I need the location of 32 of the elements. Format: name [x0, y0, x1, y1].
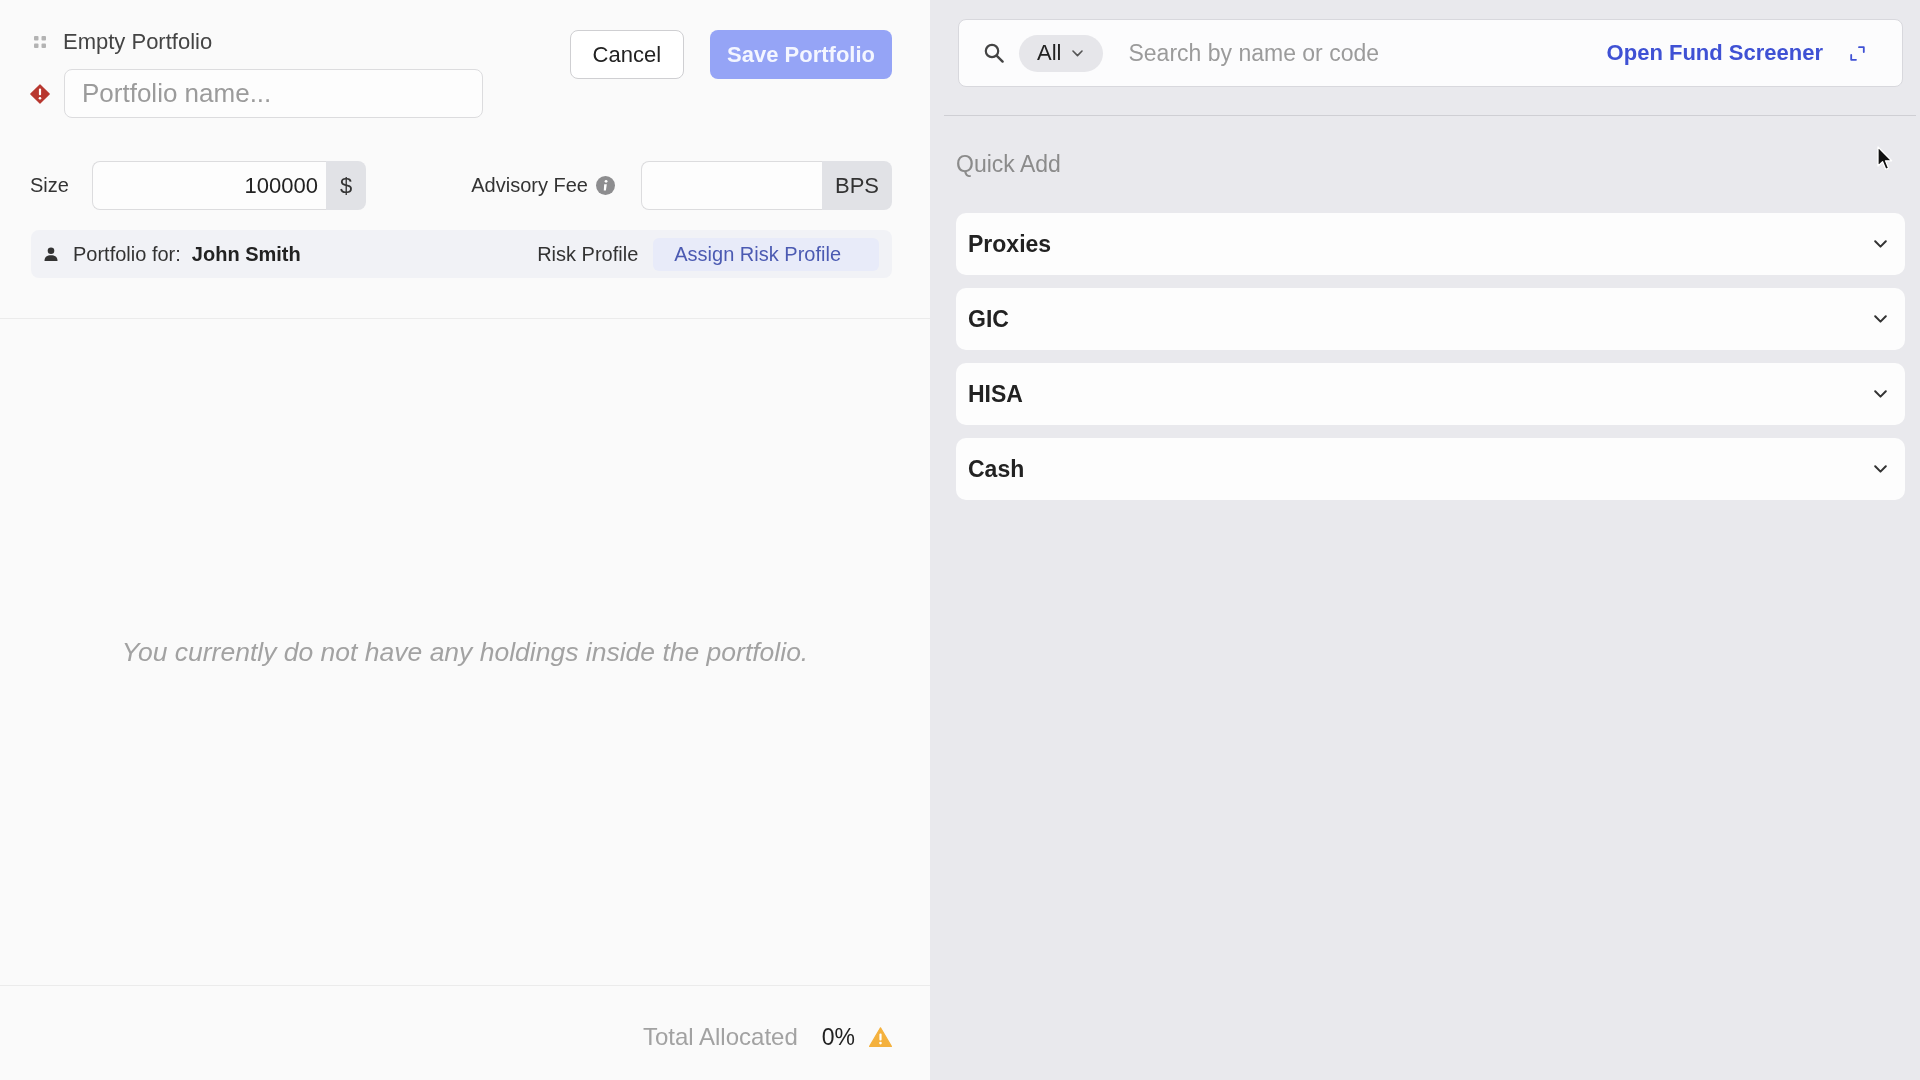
total-allocated-label: Total Allocated [642, 1023, 798, 1051]
open-fund-screener-link[interactable]: Open Fund Screener [1606, 40, 1823, 66]
accordion-section[interactable]: Proxies [956, 213, 1905, 275]
drag-handle-icon[interactable] [34, 36, 46, 48]
portfolio-name-field[interactable]: Portfolio name... [64, 69, 483, 118]
risk-profile-label: Risk Profile [537, 242, 639, 266]
portfolio-for-label: Portfolio for: [73, 242, 181, 266]
advisory-fee-label: Advisory Fee [471, 174, 588, 197]
search-icon [984, 43, 1004, 63]
bps-addon: BPS [822, 161, 892, 210]
mouse-cursor-icon [1877, 146, 1893, 171]
accordion-section[interactable]: Cash [956, 438, 1905, 500]
expand-icon[interactable] [1850, 45, 1865, 61]
cancel-button[interactable]: Cancel [569, 30, 685, 79]
total-allocated-value: 0% [821, 1023, 855, 1051]
client-name: John Smith [191, 242, 301, 266]
filter-dropdown[interactable]: All [1019, 34, 1104, 72]
size-label: Size [30, 174, 70, 197]
chevron-down-icon [1072, 49, 1084, 57]
assign-risk-profile-button[interactable]: Assign Risk Profile [653, 237, 879, 271]
quick-add-heading: Quick Add [956, 151, 1061, 177]
search-field[interactable]: Search by name or code [1128, 35, 1607, 71]
accordion-section[interactable]: HISA [956, 363, 1905, 425]
advisory-fee-field[interactable] [641, 161, 822, 210]
currency-addon: $ [326, 161, 366, 210]
accordion-section[interactable]: GIC [956, 288, 1905, 350]
size-field[interactable]: 100000 [92, 161, 326, 210]
empty-holdings-message: You currently do not have any holdings inside the portfolio. [121, 636, 809, 668]
info-icon[interactable] [596, 176, 615, 195]
person-icon [44, 247, 58, 261]
portfolio-title: Empty Portfolio [63, 30, 213, 54]
search-bar[interactable]: All Search by name or code Open Fund Screener [958, 19, 1903, 87]
